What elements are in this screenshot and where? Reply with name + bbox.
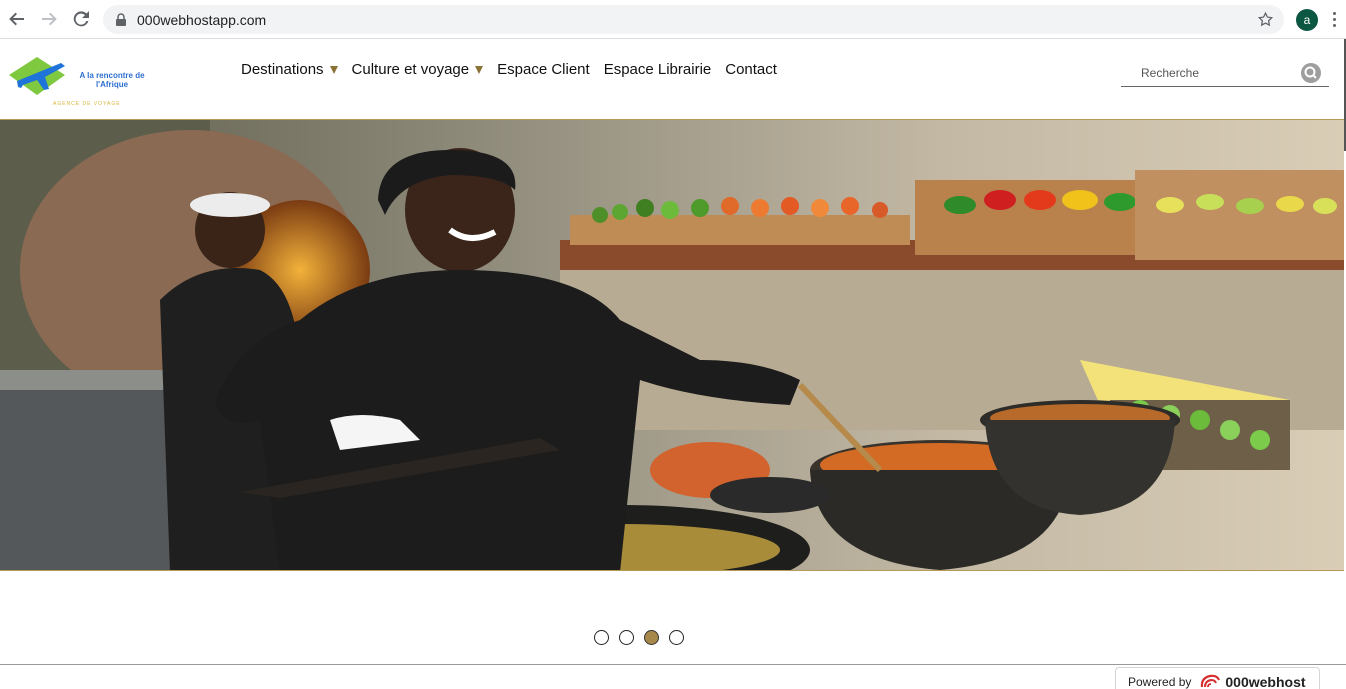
carousel-indicators: [594, 630, 694, 645]
menu-label: Contact: [725, 61, 777, 78]
divider: [0, 664, 1346, 665]
menu-item-espace-librairie[interactable]: Espace Librairie: [604, 61, 712, 78]
site-logo[interactable]: A la rencontre de l'Afrique AGENCE DE VO…: [9, 55, 154, 107]
menu-item-destinations[interactable]: Destinations: [241, 61, 338, 78]
search-box: [1121, 59, 1329, 87]
menu-item-espace-client[interactable]: Espace Client: [497, 61, 590, 78]
forward-button[interactable]: [38, 8, 60, 30]
reload-icon: [73, 11, 89, 27]
browser-menu-icon[interactable]: [1333, 12, 1337, 28]
search-icon[interactable]: [1301, 63, 1321, 83]
brand-name: 000webhost: [1225, 674, 1306, 689]
powered-by-label: Powered by: [1128, 675, 1192, 689]
profile-avatar[interactable]: a: [1296, 9, 1318, 31]
reload-button[interactable]: [70, 8, 92, 30]
address-bar[interactable]: 000webhostapp.com: [103, 5, 1284, 34]
search-input[interactable]: [1121, 63, 1296, 83]
menu-label: Espace Client: [497, 61, 590, 78]
carousel-dot-4[interactable]: [669, 630, 684, 645]
000webhost-logo-icon: [1201, 674, 1221, 688]
menu-label: Espace Librairie: [603, 61, 712, 78]
logo-title: A la rencontre de l'Afrique: [79, 71, 145, 89]
caret-down-icon: [329, 65, 338, 74]
site-header: A la rencontre de l'Afrique AGENCE DE VO…: [0, 39, 1346, 119]
back-button[interactable]: [6, 8, 28, 30]
menu-item-culture-et-voyage[interactable]: Culture et voyage: [352, 61, 484, 78]
back-arrow-icon: [9, 12, 24, 26]
carousel-dot-1[interactable]: [594, 630, 609, 645]
lock-icon: [116, 13, 126, 26]
logo-subtitle: AGENCE DE VOYAGE: [53, 101, 121, 107]
caret-down-icon: [475, 65, 484, 74]
hero-slide-image: [0, 119, 1344, 571]
bookmark-star-icon[interactable]: [1257, 11, 1274, 28]
url-text: 000webhostapp.com: [137, 12, 267, 28]
powered-by-badge[interactable]: Powered by 000webhost: [1115, 667, 1320, 689]
browser-toolbar: 000webhostapp.com a: [0, 0, 1346, 39]
forward-arrow-icon: [42, 12, 57, 26]
menu-label: Destinations: [241, 61, 324, 78]
main-menu: Destinations Culture et voyage Espace Cl…: [241, 61, 791, 78]
carousel-dot-2[interactable]: [619, 630, 634, 645]
menu-label: Culture et voyage: [351, 61, 470, 78]
menu-item-contact[interactable]: Contact: [725, 61, 777, 78]
carousel-dot-3-active[interactable]: [644, 630, 659, 645]
